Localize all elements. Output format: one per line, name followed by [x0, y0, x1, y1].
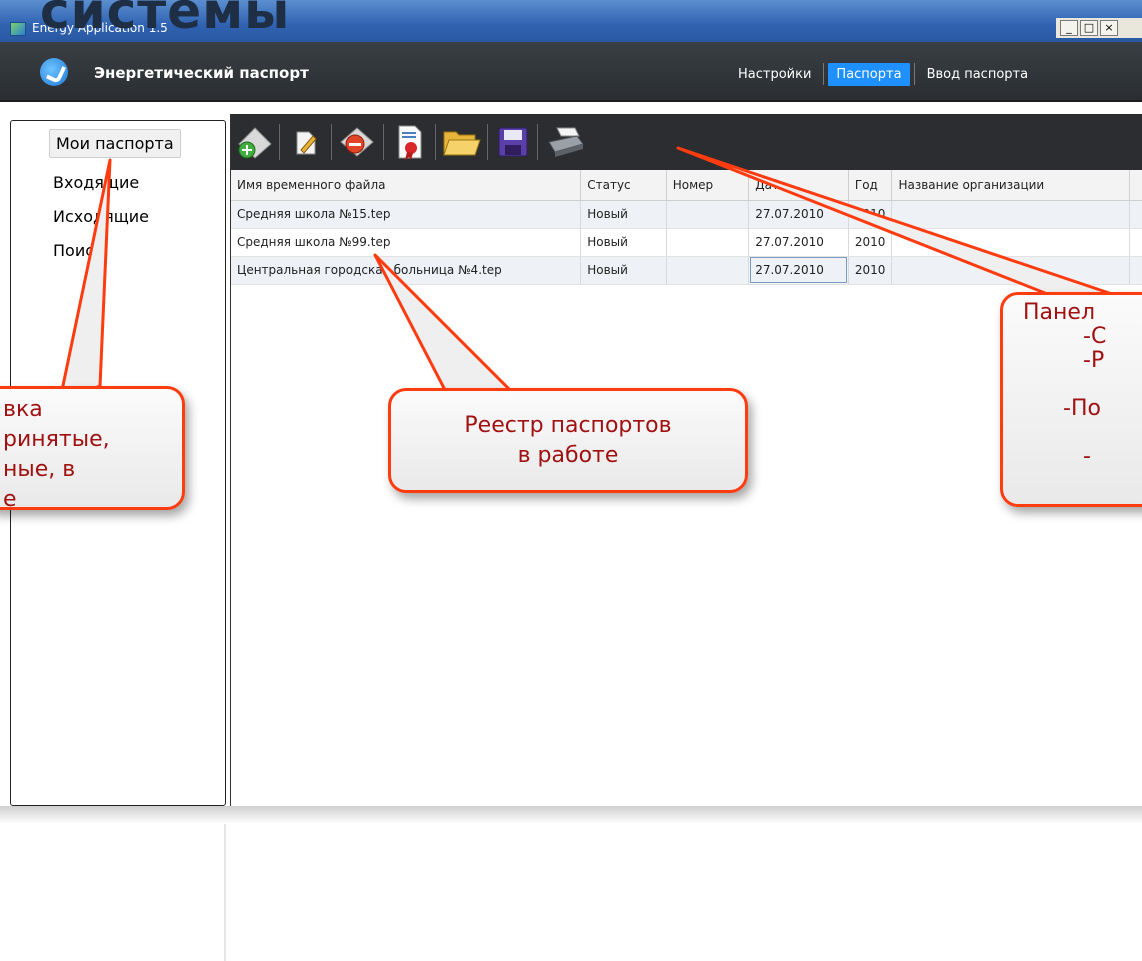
- cell-organization[interactable]: [891, 200, 1130, 229]
- column-header-status[interactable]: Статус: [580, 170, 667, 201]
- cell-status[interactable]: Новый: [580, 200, 667, 229]
- cell-number[interactable]: [666, 228, 750, 257]
- callout-right-line: [1023, 421, 1106, 445]
- toolbar-separator: [279, 124, 280, 160]
- toolbar-separator: [435, 124, 436, 160]
- add-icon[interactable]: [235, 122, 275, 162]
- window-controls: _ □ ×: [1056, 18, 1142, 38]
- cell-year[interactable]: 2010: [848, 200, 893, 229]
- delete-icon[interactable]: [337, 122, 377, 162]
- left-nav-my-passports[interactable]: Мои паспорта: [49, 129, 181, 158]
- column-header-year[interactable]: Год: [848, 170, 893, 201]
- nav-settings[interactable]: Настройки: [730, 63, 819, 86]
- reflection-band: [0, 806, 1142, 961]
- nav-passport-input[interactable]: Ввод паспорта: [919, 63, 1037, 86]
- cell-number[interactable]: [666, 256, 750, 285]
- cell-date[interactable]: 27.07.2010: [748, 200, 849, 229]
- reflection-shade: [0, 806, 1142, 824]
- left-nav-outgoing[interactable]: Исходящие: [53, 207, 149, 226]
- toolbar-separator: [537, 124, 538, 160]
- table-row[interactable]: Центральная городская больница №4.tep Но…: [231, 256, 1142, 285]
- cell-year[interactable]: 2010: [848, 228, 893, 257]
- callout-right-line: -Р: [1083, 348, 1105, 373]
- cell-extra[interactable]: [1129, 256, 1142, 285]
- left-nav-incoming[interactable]: Входящие: [53, 173, 139, 192]
- callout-right-line: Панел: [1023, 300, 1096, 325]
- cell-organization[interactable]: [891, 228, 1130, 257]
- maximize-button[interactable]: □: [1080, 20, 1098, 36]
- certificate-icon[interactable]: [389, 122, 429, 162]
- passport-table: Имя временного файла Статус Номер Дата Г…: [231, 170, 1142, 285]
- column-header-extra[interactable]: [1129, 170, 1142, 201]
- callout-left-text: вка ринятые, ные, в е: [3, 397, 110, 512]
- cell-filename[interactable]: Средняя школа №15.tep: [231, 200, 582, 229]
- nav-separator: [823, 63, 825, 85]
- cell-filename[interactable]: Центральная городская больница №4.tep: [231, 256, 582, 285]
- callout-left: вка ринятые, ные, в е: [0, 386, 185, 512]
- reflection-left-panel: [10, 824, 226, 961]
- callout-right-text: Панел -С -Р -По -: [1023, 301, 1106, 469]
- column-header-number[interactable]: Номер: [666, 170, 750, 201]
- passport-grid: Имя временного файла Статус Номер Дата Г…: [231, 170, 1142, 285]
- left-nav-search[interactable]: Поиск: [53, 241, 104, 260]
- app-window-icon: [10, 22, 26, 36]
- cell-date[interactable]: 27.07.2010: [748, 256, 849, 285]
- column-header-filename[interactable]: Имя временного файла: [231, 170, 582, 201]
- callout-center: Реестр паспортов в работе: [388, 388, 748, 493]
- cell-date[interactable]: 27.07.2010: [748, 228, 849, 257]
- nav-separator: [913, 63, 915, 85]
- cell-status[interactable]: Новый: [580, 228, 667, 257]
- edit-icon[interactable]: [285, 122, 325, 162]
- table-row[interactable]: Средняя школа №99.tep Новый 27.07.2010 2…: [231, 228, 1142, 257]
- toolbar-separator: [331, 124, 332, 160]
- save-icon[interactable]: [493, 122, 533, 162]
- cell-filename[interactable]: Средняя школа №99.tep: [231, 228, 582, 257]
- slide-title: системы: [40, 0, 291, 40]
- cell-number[interactable]: [666, 200, 750, 229]
- app-header: Энергетический паспорт Настройки Паспорт…: [0, 42, 1142, 102]
- table-header-row: Имя временного файла Статус Номер Дата Г…: [231, 170, 1142, 201]
- cell-organization[interactable]: [891, 256, 1130, 285]
- toolbar: [231, 114, 1142, 170]
- open-folder-icon[interactable]: [441, 122, 481, 162]
- top-nav: Настройки Паспорта Ввод паспорта: [730, 60, 1036, 88]
- callout-right-line: -: [1083, 444, 1091, 469]
- callout-right: Панел -С -Р -По -: [1000, 292, 1142, 507]
- minimize-button[interactable]: _: [1060, 20, 1078, 36]
- cell-extra[interactable]: [1129, 200, 1142, 229]
- toolbar-separator: [383, 124, 384, 160]
- callout-right-line: [1023, 373, 1106, 397]
- column-header-date[interactable]: Дата: [748, 170, 849, 201]
- callout-center-text: Реестр паспортов в работе: [464, 413, 672, 468]
- callout-right-line: -С: [1083, 324, 1107, 349]
- app-logo-icon: [40, 58, 68, 86]
- print-icon[interactable]: [545, 122, 585, 162]
- table-row[interactable]: Средняя школа №15.tep Новый 27.07.2010 2…: [231, 200, 1142, 229]
- close-button[interactable]: ×: [1100, 20, 1118, 36]
- app-name: Энергетический паспорт: [94, 64, 309, 82]
- cell-extra[interactable]: [1129, 228, 1142, 257]
- column-header-organization[interactable]: Название организации: [891, 170, 1130, 201]
- toolbar-separator: [487, 124, 488, 160]
- nav-passports[interactable]: Паспорта: [828, 62, 910, 86]
- cell-status[interactable]: Новый: [580, 256, 667, 285]
- cell-year[interactable]: 2010: [848, 256, 893, 285]
- callout-right-line: -По: [1063, 396, 1101, 421]
